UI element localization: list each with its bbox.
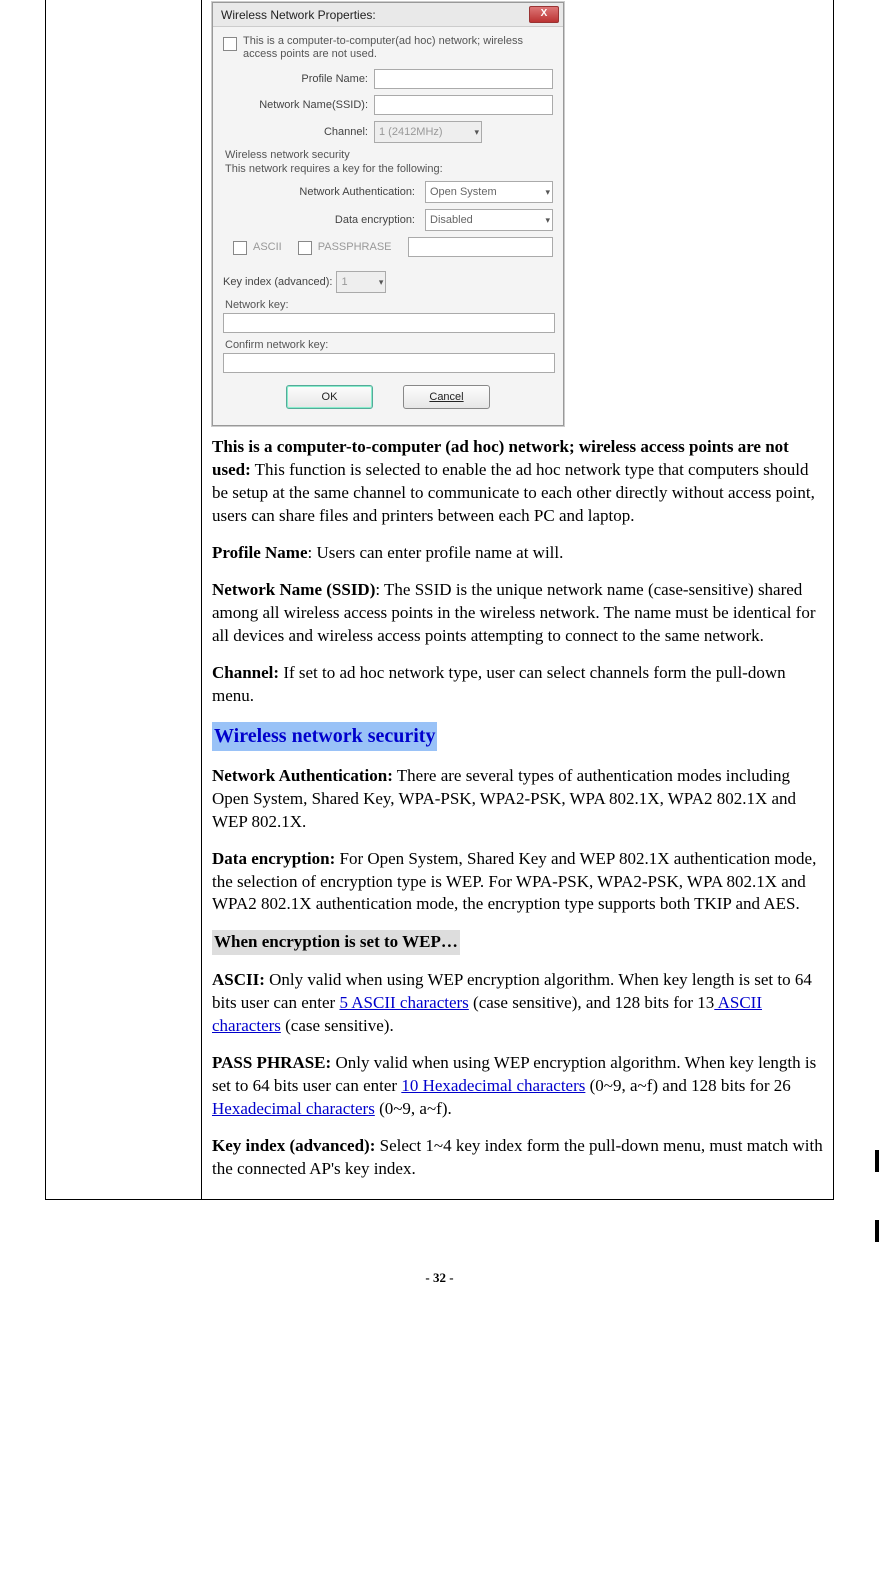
- passphrase-text-b: (0~9, a~f) and 128 bits for 26: [585, 1076, 790, 1095]
- chevron-down-icon: ▾: [545, 215, 550, 226]
- ssid-bold: Network Name (SSID): [212, 580, 375, 599]
- net-auth-label: Network Authentication:: [223, 186, 419, 198]
- profile-name-text: : Users can enter profile name at will.: [308, 543, 564, 562]
- para-key-index: Key index (advanced): Select 1~4 key ind…: [212, 1135, 823, 1181]
- passphrase-link-1: 10 Hexadecimal characters: [401, 1076, 585, 1095]
- profile-name-bold: Profile Name: [212, 543, 308, 562]
- network-key-label: Network key:: [225, 299, 553, 311]
- ascii-label: ASCII: [253, 241, 282, 253]
- security-section-label: Wireless network security: [225, 149, 553, 161]
- data-enc-bold: Data encryption:: [212, 849, 335, 868]
- data-enc-value: Disabled: [430, 214, 473, 226]
- para-adhoc: This is a computer-to-computer (ad hoc) …: [212, 436, 823, 528]
- ascii-link-1: 5 ASCII characters: [339, 993, 468, 1012]
- security-heading: Wireless network security: [212, 722, 437, 751]
- wep-heading: When encryption is set to WEP…: [212, 930, 460, 955]
- wireless-properties-dialog: Wireless Network Properties: X This is a…: [212, 2, 564, 426]
- passphrase-input[interactable]: [408, 237, 553, 257]
- para-channel: Channel: If set to ad hoc network type, …: [212, 662, 823, 708]
- passphrase-text-c: (0~9, a~f).: [375, 1099, 452, 1118]
- ssid-label: Network Name(SSID):: [223, 99, 374, 111]
- heading-wep: When encryption is set to WEP…: [212, 930, 823, 955]
- net-auth-select[interactable]: Open System ▾: [425, 181, 553, 203]
- net-auth-bold: Network Authentication:: [212, 766, 393, 785]
- chevron-down-icon: ▾: [474, 127, 479, 138]
- passphrase-checkbox[interactable]: [298, 241, 312, 255]
- page-number: - 32 -: [45, 1270, 834, 1286]
- passphrase-bold: PASS PHRASE:: [212, 1053, 331, 1072]
- para-ssid: Network Name (SSID): The SSID is the uni…: [212, 579, 823, 648]
- heading-security: Wireless network security: [212, 722, 823, 751]
- dialog-title: Wireless Network Properties:: [221, 8, 376, 22]
- para-ascii: ASCII: Only valid when using WEP encrypt…: [212, 969, 823, 1038]
- adhoc-text: This function is selected to enable the …: [212, 460, 815, 525]
- security-section-sub: This network requires a key for the foll…: [225, 163, 553, 175]
- chevron-down-icon: ▾: [379, 277, 384, 288]
- profile-name-input[interactable]: [374, 69, 553, 89]
- para-passphrase: PASS PHRASE: Only valid when using WEP e…: [212, 1052, 823, 1121]
- adhoc-checkbox[interactable]: [223, 37, 237, 51]
- profile-name-label: Profile Name:: [223, 73, 374, 85]
- para-data-enc: Data encryption: For Open System, Shared…: [212, 848, 823, 917]
- channel-bold: Channel:: [212, 663, 279, 682]
- ascii-text-b: (case sensitive), and 128 bits for 13: [469, 993, 715, 1012]
- data-enc-select[interactable]: Disabled ▾: [425, 209, 553, 231]
- cancel-button[interactable]: Cancel: [403, 385, 490, 409]
- right-column: Wireless Network Properties: X This is a…: [202, 0, 833, 1199]
- side-mark: [875, 1150, 879, 1172]
- cancel-label: Cancel: [429, 391, 463, 403]
- ok-button[interactable]: OK: [286, 385, 373, 409]
- key-index-label: Key index (advanced):: [223, 276, 336, 288]
- chevron-down-icon: ▾: [545, 187, 550, 198]
- dialog-screenshot: Wireless Network Properties: X This is a…: [212, 2, 823, 426]
- channel-text: If set to ad hoc network type, user can …: [212, 663, 786, 705]
- left-column: [46, 0, 202, 1199]
- side-mark: [875, 1220, 879, 1242]
- key-index-value: 1: [341, 276, 347, 288]
- ascii-text-c: (case sensitive).: [281, 1016, 394, 1035]
- dialog-body: This is a computer-to-computer(ad hoc) n…: [213, 27, 563, 425]
- para-profile-name: Profile Name: Users can enter profile na…: [212, 542, 823, 565]
- ascii-checkbox[interactable]: [233, 241, 247, 255]
- channel-select[interactable]: 1 (2412MHz) ▾: [374, 121, 482, 143]
- para-net-auth: Network Authentication: There are severa…: [212, 765, 823, 834]
- content-frame: Wireless Network Properties: X This is a…: [45, 0, 834, 1200]
- passphrase-link-2: Hexadecimal characters: [212, 1099, 375, 1118]
- key-index-select[interactable]: 1 ▾: [336, 271, 386, 293]
- dialog-titlebar: Wireless Network Properties: X: [213, 3, 563, 27]
- data-enc-label: Data encryption:: [223, 214, 419, 226]
- net-auth-value: Open System: [430, 186, 497, 198]
- confirm-key-label: Confirm network key:: [225, 339, 553, 351]
- ssid-input[interactable]: [374, 95, 553, 115]
- channel-value: 1 (2412MHz): [379, 126, 443, 138]
- ascii-bold: ASCII:: [212, 970, 265, 989]
- key-index-bold: Key index (advanced):: [212, 1136, 375, 1155]
- close-icon[interactable]: X: [529, 6, 559, 23]
- passphrase-label: PASSPHRASE: [318, 241, 392, 253]
- confirm-key-input[interactable]: [223, 353, 555, 373]
- network-key-input[interactable]: [223, 313, 555, 333]
- adhoc-checkbox-row: This is a computer-to-computer(ad hoc) n…: [223, 35, 553, 61]
- channel-label: Channel:: [223, 126, 374, 138]
- adhoc-text: This is a computer-to-computer(ad hoc) n…: [243, 35, 553, 61]
